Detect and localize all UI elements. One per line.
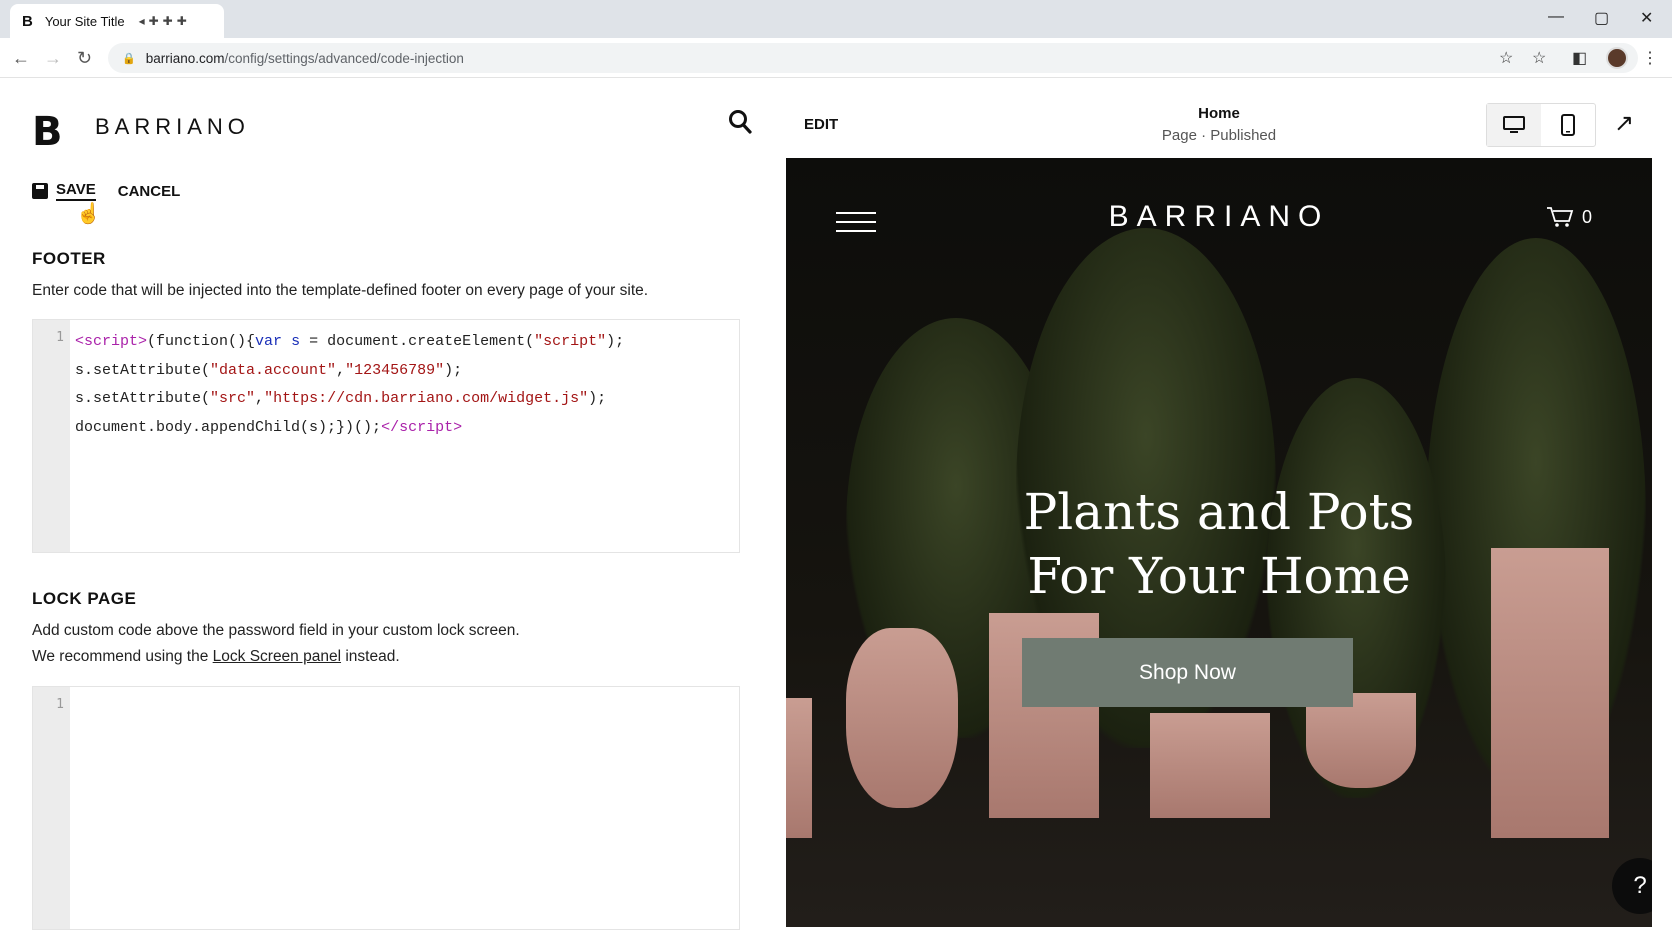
footer-description: Enter code that will be injected into th… — [32, 282, 649, 299]
url-host: barriano.com — [145, 50, 225, 66]
mobile-icon — [1561, 114, 1575, 136]
footer-section-title: FOOTER — [32, 249, 106, 268]
cart-icon — [1547, 207, 1574, 227]
browser-titlebar: B Your Site Title ◂✚✚✚ — ▢ ✕ — [0, 0, 1672, 38]
site-preview-hero: BARRIANO 0 Plants and Pots For Your Home… — [786, 158, 1652, 927]
address-bar[interactable]: 🔒 barriano.com/config/settings/advanced/… — [108, 43, 1638, 73]
help-button[interactable]: ? — [1612, 858, 1652, 914]
hand-cursor-icon: ☝ — [76, 203, 101, 225]
footer-code-content: <script>(function(){var s = document.cre… — [75, 333, 625, 436]
lock-icon: 🔒 — [122, 52, 136, 65]
cancel-button[interactable]: CANCEL — [118, 183, 181, 200]
logo-mark: B — [32, 109, 63, 155]
back-icon[interactable]: ← — [12, 48, 30, 69]
pot-image — [846, 628, 958, 808]
hero-headline: Plants and Pots For Your Home — [786, 480, 1652, 608]
extension-star-icon[interactable]: ☆ — [1532, 48, 1546, 68]
footer-code-editor[interactable]: 1 <script>(function(){var s = document.c… — [32, 319, 740, 553]
save-button[interactable]: SAVE — [56, 181, 96, 201]
profile-avatar[interactable] — [1606, 47, 1628, 69]
url-path: /config/settings/advanced/code-injection — [224, 50, 464, 66]
open-external-arrow-icon[interactable]: ↗ — [1614, 109, 1634, 138]
search-icon[interactable] — [728, 109, 752, 135]
hero-headline-line1: Plants and Pots — [1023, 483, 1415, 541]
desktop-icon — [1503, 116, 1525, 133]
lock-desc-pre: We recommend using the — [32, 648, 213, 665]
lock-page-description-line1: Add custom code above the password field… — [32, 622, 520, 639]
line-number: 1 — [56, 330, 64, 345]
reload-icon[interactable]: ↻ — [77, 48, 92, 69]
side-panel-icon[interactable]: ◧ — [1572, 48, 1587, 68]
line-gutter — [33, 320, 70, 552]
lock-page-code-editor[interactable]: 1 — [32, 686, 740, 930]
desktop-view-button[interactable] — [1487, 104, 1541, 146]
settings-panel: B BARRIANO SAVE CANCEL ☝ FOOTER Enter co… — [0, 79, 770, 941]
browser-toolbar: ← → ↻ 🔒 barriano.com/config/settings/adv… — [0, 38, 1672, 78]
kebab-menu-icon[interactable]: ⋮ — [1642, 48, 1658, 68]
lock-desc-post: instead. — [341, 648, 400, 665]
save-cancel-row: SAVE CANCEL — [32, 181, 180, 201]
save-disk-icon — [32, 183, 48, 199]
site-favicon: B — [22, 12, 33, 30]
tab-title: Your Site Title — [44, 13, 125, 29]
line-number: 1 — [56, 697, 64, 712]
tab-extra-icons: ◂✚✚✚ — [138, 14, 191, 28]
maximize-icon[interactable]: ▢ — [1594, 8, 1609, 28]
close-window-icon[interactable]: ✕ — [1640, 8, 1653, 28]
cart-link[interactable]: 0 — [1546, 206, 1592, 228]
cart-count: 0 — [1582, 206, 1593, 227]
preview-brand[interactable]: BARRIANO — [786, 200, 1652, 234]
lock-page-section-title: LOCK PAGE — [32, 589, 137, 608]
bookmark-star-icon[interactable]: ☆ — [1499, 48, 1513, 68]
forward-icon[interactable]: → — [44, 48, 62, 69]
lock-page-description-line2: We recommend using the Lock Screen panel… — [32, 644, 520, 670]
lock-screen-panel-link[interactable]: Lock Screen panel — [213, 648, 341, 665]
preview-toolbar: EDIT Home Page · Published ↗ — [786, 91, 1652, 158]
mobile-view-button[interactable] — [1541, 104, 1595, 146]
pot-image — [1306, 693, 1416, 788]
device-toggle — [1486, 103, 1596, 147]
line-gutter — [33, 687, 70, 929]
pot-image — [786, 698, 812, 838]
hero-headline-line2: For Your Home — [1027, 547, 1411, 605]
lock-page-description: Add custom code above the password field… — [32, 618, 520, 670]
logo-text: BARRIANO — [95, 114, 250, 139]
browser-tab[interactable]: B Your Site Title ◂✚✚✚ — [10, 4, 224, 38]
minimize-icon[interactable]: — — [1548, 8, 1564, 26]
pot-image — [1150, 713, 1270, 818]
shop-now-button[interactable]: Shop Now — [1022, 638, 1353, 707]
